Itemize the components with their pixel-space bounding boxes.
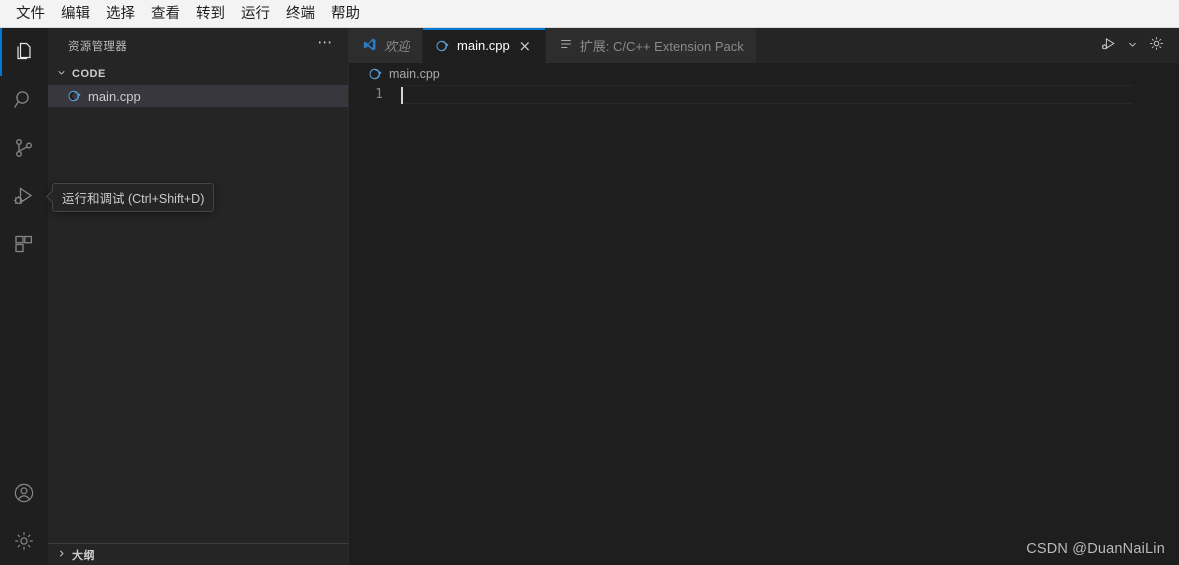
activity-item-account[interactable] <box>0 469 48 517</box>
breadcrumb-item-label: main.cpp <box>389 67 440 81</box>
vscode-logo-icon <box>362 37 377 55</box>
folder-label-code: CODE <box>72 68 106 80</box>
tab-bar: 欢迎 main.cpp × 扩展: C/C++ Extension Pack <box>349 28 1179 63</box>
sidebar-header: 资源管理器 ⋯ <box>48 28 348 63</box>
run-and-debug-tooltip: 运行和调试 (Ctrl+Shift+D) <box>52 183 215 212</box>
cpp-file-icon <box>68 89 82 103</box>
menu-edit[interactable]: 编辑 <box>53 1 98 27</box>
menu-go[interactable]: 转到 <box>188 1 233 27</box>
tab-label: main.cpp <box>457 38 510 53</box>
menu-bar: 文件 编辑 选择 查看 转到 运行 终端 帮助 <box>0 0 1179 28</box>
chevron-down-icon <box>56 67 68 81</box>
menu-view[interactable]: 查看 <box>143 1 188 27</box>
chevron-down-icon <box>1127 37 1138 55</box>
files-explorer-icon <box>12 40 36 64</box>
activity-item-explorer[interactable] <box>0 28 48 76</box>
activity-item-manage-settings[interactable] <box>0 517 48 565</box>
tab-extension-cpp-pack[interactable]: 扩展: C/C++ Extension Pack <box>545 28 757 63</box>
extension-list-icon <box>559 37 573 54</box>
tab-close-button[interactable]: × <box>517 38 533 53</box>
source-control-icon <box>12 136 36 160</box>
tab-label: 欢迎 <box>384 39 411 54</box>
folder-section-code[interactable]: CODE <box>48 63 348 85</box>
editor-settings-button[interactable] <box>1143 33 1169 59</box>
cpp-file-icon <box>436 39 450 53</box>
explorer-sidebar: 资源管理器 ⋯ CODE main.cpp 大纲 <box>48 28 349 565</box>
activity-item-search[interactable] <box>0 76 48 124</box>
run-or-debug-button[interactable] <box>1095 33 1121 59</box>
outline-label: 大纲 <box>72 550 95 562</box>
code-line: 1 <box>349 85 1179 104</box>
editor-toolbar <box>1095 28 1179 63</box>
menu-selection[interactable]: 选择 <box>98 1 143 27</box>
tree-item-main-cpp[interactable]: main.cpp <box>48 85 348 107</box>
tab-label: 扩展: C/C++ Extension Pack <box>579 39 744 54</box>
line-content[interactable] <box>401 85 1133 104</box>
tab-list: 欢迎 main.cpp × 扩展: C/C++ Extension Pack <box>349 28 757 63</box>
outline-section: 大纲 <box>48 543 349 565</box>
editor-group: 欢迎 main.cpp × 扩展: C/C++ Extension Pack m… <box>349 28 1179 565</box>
menu-help[interactable]: 帮助 <box>323 1 368 27</box>
breadcrumb[interactable]: main.cpp <box>349 63 1179 85</box>
search-icon <box>12 88 36 112</box>
code-editor[interactable]: 1 <box>349 85 1179 565</box>
tree-item-label: main.cpp <box>88 88 141 104</box>
activity-bar <box>0 28 48 565</box>
sidebar-more-actions-button[interactable]: ⋯ <box>317 35 334 53</box>
menu-terminal[interactable]: 终端 <box>278 1 323 27</box>
settings-gear-icon <box>1148 35 1165 57</box>
tab-main-cpp[interactable]: main.cpp × <box>423 28 546 63</box>
activity-item-source-control[interactable] <box>0 124 48 172</box>
outline-section-header[interactable]: 大纲 <box>48 544 349 565</box>
menu-run[interactable]: 运行 <box>233 1 278 27</box>
text-cursor <box>401 87 403 104</box>
tab-welcome[interactable]: 欢迎 <box>349 28 424 63</box>
sidebar-title: 资源管理器 <box>68 40 127 53</box>
watermark-text: CSDN @DuanNaiLin <box>1026 541 1165 557</box>
activity-item-extensions[interactable] <box>0 220 48 268</box>
extensions-icon <box>12 232 36 256</box>
run-or-debug-icon <box>1100 35 1117 57</box>
account-icon <box>12 481 36 505</box>
activity-item-run-and-debug[interactable] <box>0 172 48 220</box>
cpp-file-icon <box>369 67 383 81</box>
menu-file[interactable]: 文件 <box>8 1 53 27</box>
manage-gear-icon <box>12 529 36 553</box>
chevron-right-icon <box>56 548 68 562</box>
line-number: 1 <box>375 87 383 102</box>
run-and-debug-icon <box>12 184 36 208</box>
run-options-dropdown-button[interactable] <box>1125 33 1139 59</box>
